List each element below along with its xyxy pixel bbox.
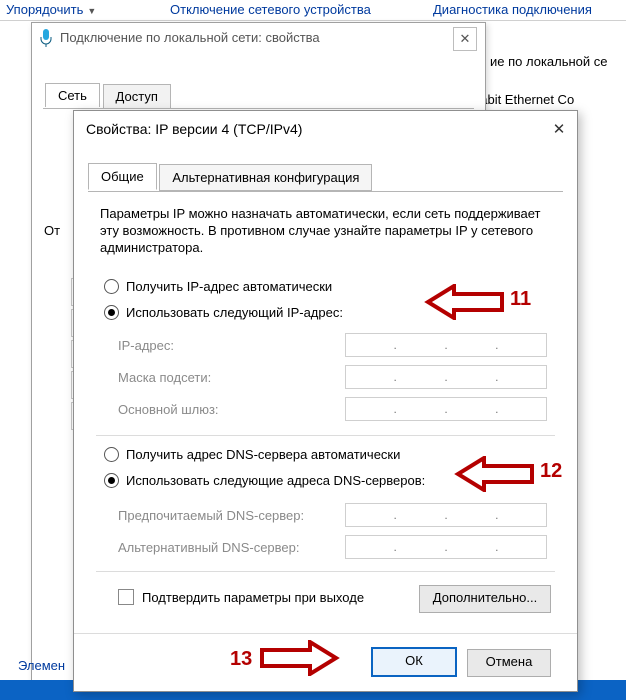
input-ip-address[interactable]: ... [345,333,547,357]
row-ip-address: IP-адрес: ... [118,333,547,357]
parent-close-button[interactable]: ✕ [453,27,477,51]
input-subnet-mask[interactable]: ... [345,365,547,389]
radio-icon [104,279,119,294]
disable-device-button[interactable]: Отключение сетевого устройства [170,2,371,17]
organize-menu[interactable]: Упорядочить▼ [6,2,96,17]
radio-icon [104,447,119,462]
network-icon [38,28,54,48]
advanced-button[interactable]: Дополнительно... [419,585,551,613]
label-dns-preferred: Предпочитаемый DNS-сервер: [118,508,345,523]
label-components: От [44,223,60,238]
ipv4-dialog-title: Свойства: IP версии 4 (TCP/IPv4) [74,111,577,147]
diagnose-button[interactable]: Диагностика подключения [433,2,592,17]
radio-dns-manual[interactable]: Использовать следующие адреса DNS-сервер… [104,473,425,488]
row-dns-preferred: Предпочитаемый DNS-сервер: ... [118,503,547,527]
tab-network[interactable]: Сеть [45,83,100,107]
checkbox-validate-on-exit[interactable]: Подтвердить параметры при выходе [118,589,364,605]
label-dns-alternate: Альтернативный DNS-сервер: [118,540,345,555]
tab-access[interactable]: Доступ [103,84,171,108]
row-subnet-mask: Маска подсети: ... [118,365,547,389]
input-dns-alternate[interactable]: ... [345,535,547,559]
cancel-button[interactable]: Отмена [467,649,551,677]
ipv4-close-button[interactable]: ✕ [547,117,571,141]
close-icon: ✕ [553,120,566,138]
parent-dialog-title: Подключение по локальной сети: свойства [32,23,485,53]
help-text: Параметры IP можно назначать автоматичес… [100,205,551,256]
bg-text-connection: ие по локальной се [490,54,608,69]
radio-ip-manual[interactable]: Использовать следующий IP-адрес: [104,305,343,320]
close-icon: ✕ [460,31,471,47]
label-subnet-mask: Маска подсети: [118,370,345,385]
ok-button[interactable]: ОК [371,647,457,677]
statusbar-elements: Элемен [18,658,65,673]
radio-icon [104,305,119,320]
explorer-toolbar: Упорядочить▼ Отключение сетевого устройс… [0,0,626,21]
parent-tab-strip: Сеть Доступ [45,83,170,107]
label-default-gateway: Основной шлюз: [118,402,345,417]
row-default-gateway: Основной шлюз: ... [118,397,547,421]
ipv4-properties-dialog: Свойства: IP версии 4 (TCP/IPv4) ✕ Общие… [73,110,578,692]
radio-ip-auto[interactable]: Получить IP-адрес автоматически [104,279,332,294]
row-dns-alternate: Альтернативный DNS-сервер: ... [118,535,547,559]
tab-alternate-config[interactable]: Альтернативная конфигурация [159,164,372,191]
radio-icon [104,473,119,488]
radio-dns-auto[interactable]: Получить адрес DNS-сервера автоматически [104,447,400,462]
label-ip-address: IP-адрес: [118,338,345,353]
input-default-gateway[interactable]: ... [345,397,547,421]
ipv4-tab-strip: Общие Альтернативная конфигурация [88,163,563,192]
tab-general[interactable]: Общие [88,163,157,190]
checkbox-icon [118,589,134,605]
input-dns-preferred[interactable]: ... [345,503,547,527]
